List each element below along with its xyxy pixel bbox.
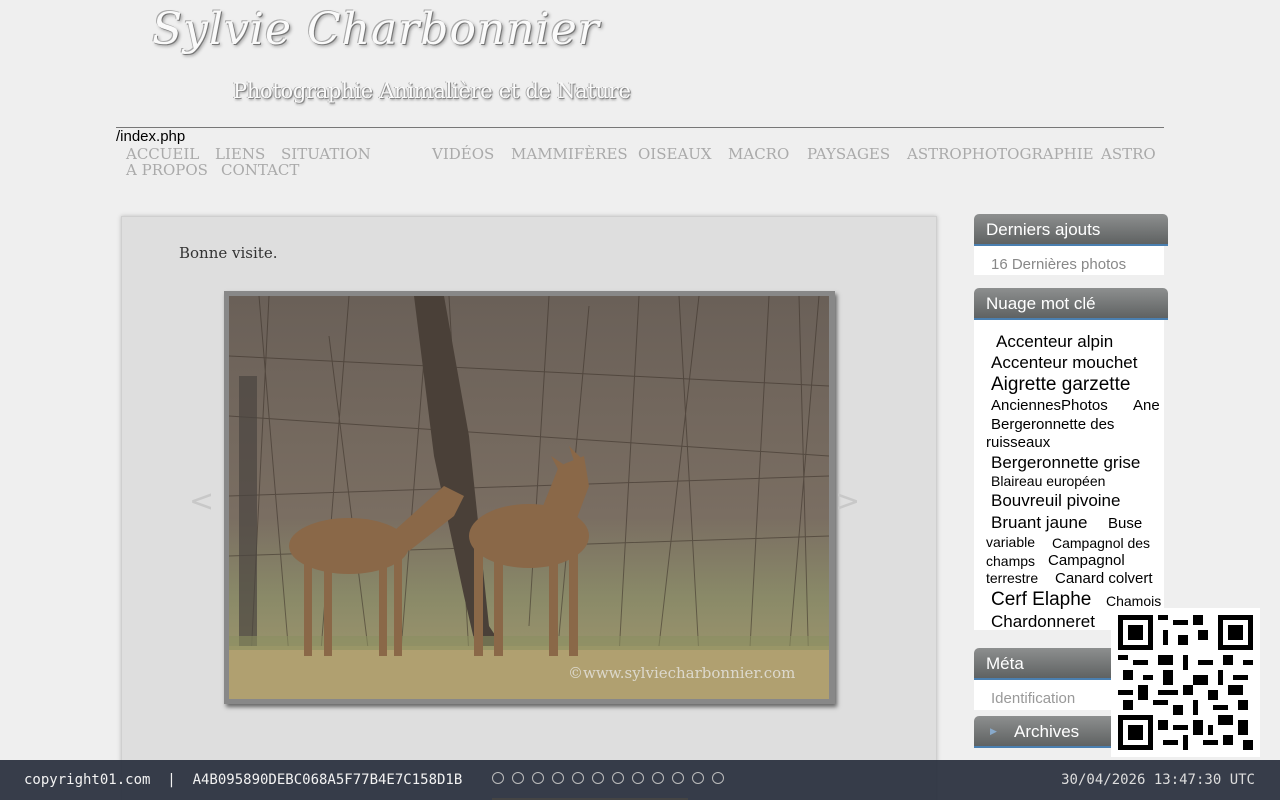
tag-link[interactable]: Aigrette garzette — [991, 375, 1130, 394]
tag-link[interactable]: Bergeronnette des — [991, 417, 1114, 432]
site-title[interactable]: Sylvie Charbonnier — [152, 4, 600, 55]
prev-arrow-icon[interactable]: < — [189, 484, 214, 519]
deer-photo-image — [229, 296, 829, 699]
pagination-dot[interactable] — [532, 772, 544, 784]
photo-watermark: ©www.sylviecharbonnier.com — [568, 664, 796, 682]
menu-item-macro[interactable]: MACRO — [728, 145, 789, 163]
tagcloud-widget-title: Nuage mot clé — [974, 288, 1168, 320]
tag-link[interactable]: Bergeronnette grise — [991, 454, 1140, 471]
tag-link[interactable]: Chamois — [1106, 594, 1161, 608]
tag-link[interactable]: variable — [986, 535, 1035, 549]
tag-link[interactable]: Blaireau européen — [991, 474, 1105, 488]
tag-link[interactable]: Chardonneret — [991, 613, 1095, 630]
timestamp: 30/04/2026 13:47:30 UTC — [1061, 772, 1255, 788]
pagination-dot[interactable] — [572, 772, 584, 784]
secondary-menu: A PROPOS CONTACT — [126, 161, 426, 179]
menu-item-mammiferes[interactable]: MAMMIFÈRES — [511, 145, 628, 163]
tag-link[interactable]: Bruant jaune — [991, 514, 1087, 531]
next-arrow-icon[interactable]: > — [835, 484, 860, 519]
tag-link[interactable]: AnciennesPhotos — [991, 398, 1108, 413]
tag-link[interactable]: Campagnol — [1048, 553, 1125, 568]
pagination-dot[interactable] — [712, 772, 724, 784]
menu-item-paysages[interactable]: PAYSAGES — [807, 145, 890, 163]
site-subtitle: Photographie Animalière et de Nature — [233, 79, 631, 103]
menu-item-oiseaux[interactable]: OISEAUX — [638, 145, 712, 163]
tag-link[interactable]: Canard colvert — [1055, 571, 1153, 586]
menu-item-astro[interactable]: ASTRO — [1101, 145, 1156, 163]
tag-link[interactable]: Ane — [1133, 398, 1160, 413]
menu-item-videos[interactable]: VIDÉOS — [432, 145, 494, 163]
menu-item-astrophotographie[interactable]: ASTROPHOTOGRAPHIE — [907, 145, 1094, 163]
nav-divider — [116, 127, 1164, 128]
menu-item-a-propos[interactable]: A PROPOS — [126, 161, 208, 179]
pagination-dot[interactable] — [692, 772, 704, 784]
tag-link[interactable]: Accenteur alpin — [996, 333, 1113, 350]
tag-link[interactable]: Cerf Elaphe — [991, 590, 1091, 609]
expand-arrow-icon: ▶ — [990, 726, 997, 736]
pagination-dot[interactable] — [552, 772, 564, 784]
tag-link[interactable]: Accenteur mouchet — [991, 354, 1137, 371]
copyright-hash-text: copyright01.com | A4B095890DEBC068A5F77B… — [24, 772, 463, 788]
tag-link[interactable]: Buse — [1108, 516, 1142, 531]
menu-item-contact[interactable]: CONTACT — [221, 161, 299, 179]
archives-label: Archives — [1014, 722, 1080, 741]
tag-link[interactable]: champs — [986, 554, 1035, 568]
welcome-text: Bonne visite. — [179, 244, 278, 262]
pagination-dot[interactable] — [632, 772, 644, 784]
tag-link[interactable]: terrestre — [986, 571, 1038, 585]
slideshow-photo[interactable] — [224, 291, 835, 704]
qr-code-image — [1118, 615, 1253, 750]
pagination-dot[interactable] — [512, 772, 524, 784]
pagination-dot[interactable] — [672, 772, 684, 784]
page-path: /index.php — [116, 128, 186, 145]
tag-link[interactable]: Campagnol des — [1052, 536, 1150, 550]
pagination-dot[interactable] — [652, 772, 664, 784]
pagination-dot[interactable] — [492, 772, 504, 784]
tag-link[interactable]: Bouvreuil pivoine — [991, 492, 1120, 509]
qr-code — [1111, 608, 1260, 757]
tag-link[interactable]: ruisseaux — [986, 435, 1050, 450]
tagcloud-widget: Accenteur alpin Accenteur mouchet Aigret… — [974, 320, 1164, 630]
pagination-dot[interactable] — [612, 772, 624, 784]
login-link[interactable]: Identification — [991, 690, 1075, 707]
latest-widget: 16 Dernières photos — [974, 246, 1164, 275]
bottom-status-bar: copyright01.com | A4B095890DEBC068A5F77B… — [0, 760, 1280, 800]
latest-photos-link[interactable]: 16 Dernières photos — [991, 256, 1126, 273]
pagination-dot[interactable] — [592, 772, 604, 784]
latest-widget-title: Derniers ajouts — [974, 214, 1168, 246]
